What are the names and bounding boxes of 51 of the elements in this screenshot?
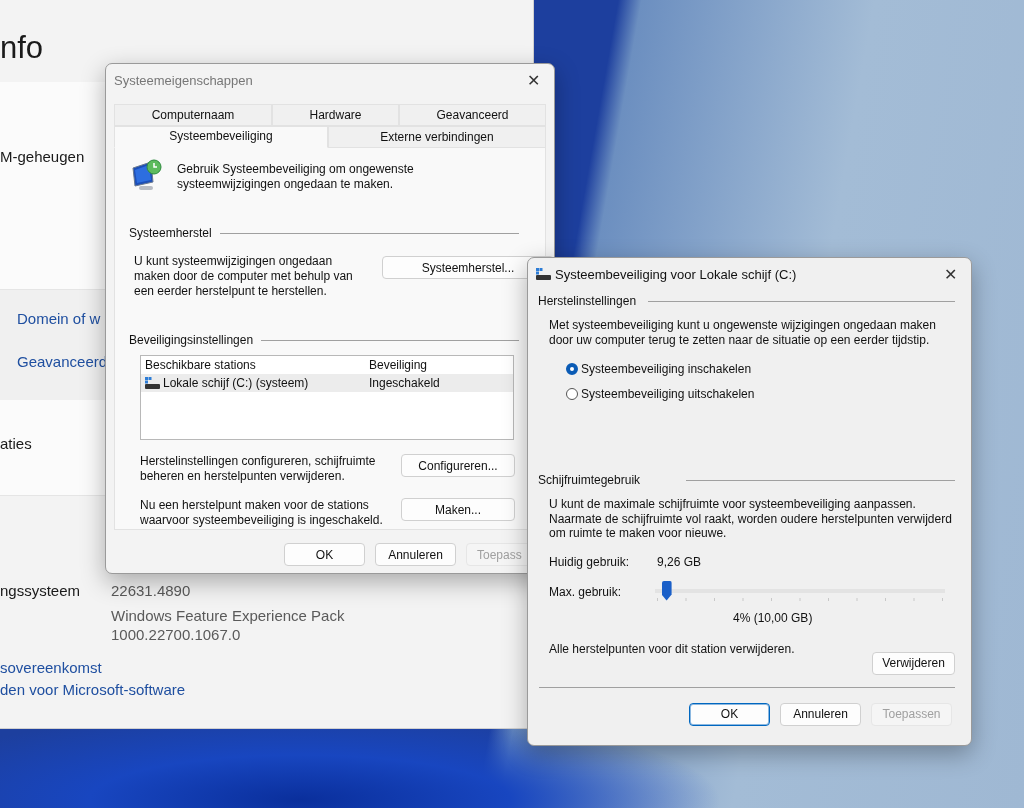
description-text: Nu een herstelpunt maken voor de stations waarvoor systeembeveiliging is ingeschakeld. [140,498,384,528]
drive-icon [145,377,160,389]
drive-icon [536,268,551,280]
spec-value: Windows Feature Experience Pack [111,607,346,624]
column-header[interactable]: Beschikbare stations [145,358,369,372]
close-button[interactable]: ✕ [938,264,963,284]
group-title: Schijfruimtegebruik [538,473,642,487]
delete-button[interactable]: Verwijderen [872,651,955,675]
radio-option[interactable]: Systeembeveiliging uitschakelen [566,387,755,401]
tab[interactable]: Externe verbindingen [328,126,546,148]
field-value: 9,26 GB [657,554,702,569]
legal-link[interactable]: den voor Microsoft-software [0,681,186,698]
description-text: Alle herstelpunten voor dit station verwijderen. [549,641,795,658]
window-title: Systeembeveiliging voor Lokale schijf (C:) [555,266,798,282]
list-cell-text: Ingeschakeld [369,376,441,390]
action-button[interactable]: Maken... [401,498,515,521]
tab[interactable]: Geavanceerd [399,104,546,126]
spec-label: ngssysteem [0,582,82,599]
group-title: Systeemherstel [129,226,212,240]
spec-value: 22631.4890 [111,582,192,599]
tab[interactable]: Computernaam [114,104,272,126]
description-text: U kunt systeemwijzigingen ongedaan maken door de computer met behulp van een eerder herstelpunt te herstellen. [134,254,354,299]
list-row[interactable]: Lokale schijf (C:) (systeem) Ingeschakeld [141,374,513,392]
tab[interactable]: Hardware [272,104,399,126]
slider-thumb[interactable] [661,580,672,601]
column-header[interactable]: Beveiliging [369,358,509,372]
spec-value: 1000.22700.1067.0 [111,626,242,643]
action-button[interactable]: Configureren... [401,454,515,477]
field-label: Max. gebruik: [549,584,623,599]
close-button[interactable]: ✕ [521,70,546,90]
section-label: aties [0,435,32,452]
legal-link[interactable]: sovereenkomst [0,659,102,676]
tab[interactable]: Systeembeveiliging [114,126,328,148]
radio-option[interactable]: Systeembeveiliging inschakelen [566,362,752,376]
intro-text: Gebruik Systeembeveiliging om ongewenste systeemwijzigingen ongedaan te maken. [177,162,415,192]
computer-restore-icon [129,158,165,192]
dialog-button[interactable]: OK [689,702,770,726]
window-title: Systeemeigenschappen [114,72,254,88]
description-text: Herstelinstellingen configureren, schijfruimte beheren en herstelpunten verwijderen. [140,454,377,484]
list-cell: Lokale schijf (C:) (systeem) [145,376,369,390]
description-text: U kunt de maximale schijfruimte voor systeembeveiliging aanpassen. Naarmate de schijfruimte vol raakt, worden oudere herstelpunten verwijderd om ruimte te maken voor nieuwe. [549,497,953,541]
group-title: Herstelinstellingen [538,294,637,308]
description-text: Met systeembeveiliging kunt u ongewenste wijzigingen ongedaan maken door uw computer terug te zetten naar de situatie op een eerder tijdstip. [549,318,937,347]
dialog-button[interactable]: Annuleren [375,543,456,566]
related-link[interactable]: Geavanceerd [17,353,108,370]
slider-reading: 4% (10,00 GB) [733,610,813,625]
setting-label: M-geheugen [0,148,85,165]
dialog-button[interactable]: Annuleren [780,702,861,726]
dialog-button[interactable]: OK [284,543,365,566]
group-title: Beveiligingsinstellingen [129,333,254,347]
related-link[interactable]: Domein of w [17,310,101,327]
